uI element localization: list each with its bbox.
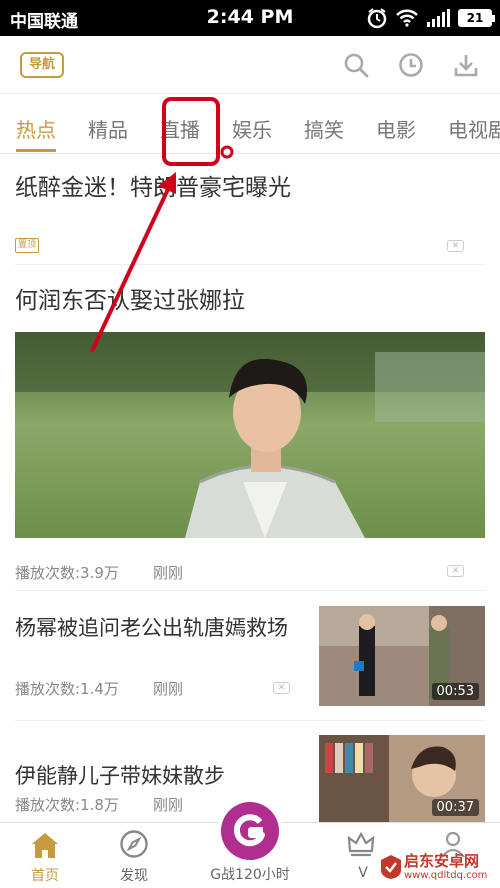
nav-home-label: 首页 bbox=[31, 868, 59, 884]
video-thumbnail[interactable] bbox=[15, 332, 485, 538]
list-item-thumbnail[interactable]: 00:53 bbox=[319, 606, 485, 706]
compass-icon bbox=[120, 830, 148, 858]
watermark-logo-icon bbox=[381, 855, 401, 879]
tab-entertainment[interactable]: 娱乐 bbox=[232, 114, 272, 143]
post-time: 刚刚 bbox=[153, 564, 184, 582]
divider bbox=[15, 264, 485, 265]
tab-movie[interactable]: 电影 bbox=[376, 114, 416, 143]
status-icons: 21 bbox=[366, 6, 495, 30]
play-count: 播放次数:1.8万 bbox=[15, 796, 119, 814]
nav-discover-label: 发现 bbox=[120, 868, 148, 884]
site-watermark: 启东安卓网 www.qdltdq.com bbox=[380, 850, 498, 886]
list-item-thumbnail[interactable]: 00:37 bbox=[319, 735, 485, 822]
nav-home[interactable]: 首页 bbox=[0, 823, 90, 888]
post-time: 刚刚 bbox=[153, 680, 184, 698]
divider bbox=[15, 590, 485, 591]
dismiss-icon[interactable]: ✕ bbox=[447, 565, 464, 577]
divider bbox=[15, 720, 485, 721]
dismiss-icon[interactable]: ✕ bbox=[273, 682, 290, 694]
search-icon[interactable] bbox=[343, 52, 369, 78]
watermark-title: 启东安卓网 bbox=[404, 852, 480, 870]
dismiss-icon[interactable]: ✕ bbox=[447, 240, 464, 252]
post-time: 刚刚 bbox=[153, 796, 184, 814]
list-item-title[interactable]: 伊能静儿子带妹妹散步 bbox=[15, 760, 305, 792]
battery-indicator: 21 bbox=[458, 9, 495, 27]
video-duration: 00:37 bbox=[431, 799, 479, 816]
g-logo-icon bbox=[233, 814, 265, 847]
play-count: 播放次数:3.9万 bbox=[15, 564, 119, 582]
headline-video[interactable]: 何润东否认娶过张娜拉 bbox=[15, 281, 245, 315]
category-tabs: 热点 精品 直播 娱乐 搞笑 电影 电视剧 bbox=[0, 96, 500, 154]
g-center-button[interactable] bbox=[217, 798, 283, 864]
crown-icon bbox=[347, 831, 375, 857]
play-count: 播放次数:1.4万 bbox=[15, 680, 119, 698]
headline-trump[interactable]: 纸醉金迷！特朗普豪宅曝光 bbox=[15, 168, 291, 202]
history-icon[interactable] bbox=[398, 52, 424, 78]
tab-hot[interactable]: 热点 bbox=[16, 114, 56, 143]
video-duration: 00:53 bbox=[431, 683, 479, 700]
nav-discover[interactable]: 发现 bbox=[89, 823, 179, 888]
annotation-arrow-line bbox=[90, 184, 172, 352]
nav-button[interactable]: 导航 bbox=[20, 52, 64, 78]
g-center-label: G战120小时 bbox=[210, 867, 290, 883]
video-thumbnail-image bbox=[15, 332, 485, 538]
tab-live[interactable]: 直播 bbox=[160, 114, 200, 143]
tab-tv[interactable]: 电视剧 bbox=[448, 114, 500, 143]
signal-icon bbox=[427, 9, 450, 27]
alarm-icon bbox=[367, 8, 387, 29]
home-icon bbox=[32, 833, 58, 858]
download-icon[interactable] bbox=[453, 52, 479, 78]
watermark-url: www.qdltdq.com bbox=[404, 870, 488, 881]
pinned-tag: 置顶 bbox=[15, 238, 40, 253]
app-bar: 导航 bbox=[0, 36, 500, 94]
wifi-icon bbox=[396, 9, 418, 27]
tab-funny[interactable]: 搞笑 bbox=[304, 114, 344, 143]
active-tab-indicator bbox=[16, 149, 56, 152]
list-item-title[interactable]: 杨幂被追问老公出轨唐嫣救场 bbox=[15, 612, 305, 644]
status-bar: 中国联通 2:44 PM 21 bbox=[0, 0, 500, 36]
tab-featured[interactable]: 精品 bbox=[88, 114, 128, 143]
